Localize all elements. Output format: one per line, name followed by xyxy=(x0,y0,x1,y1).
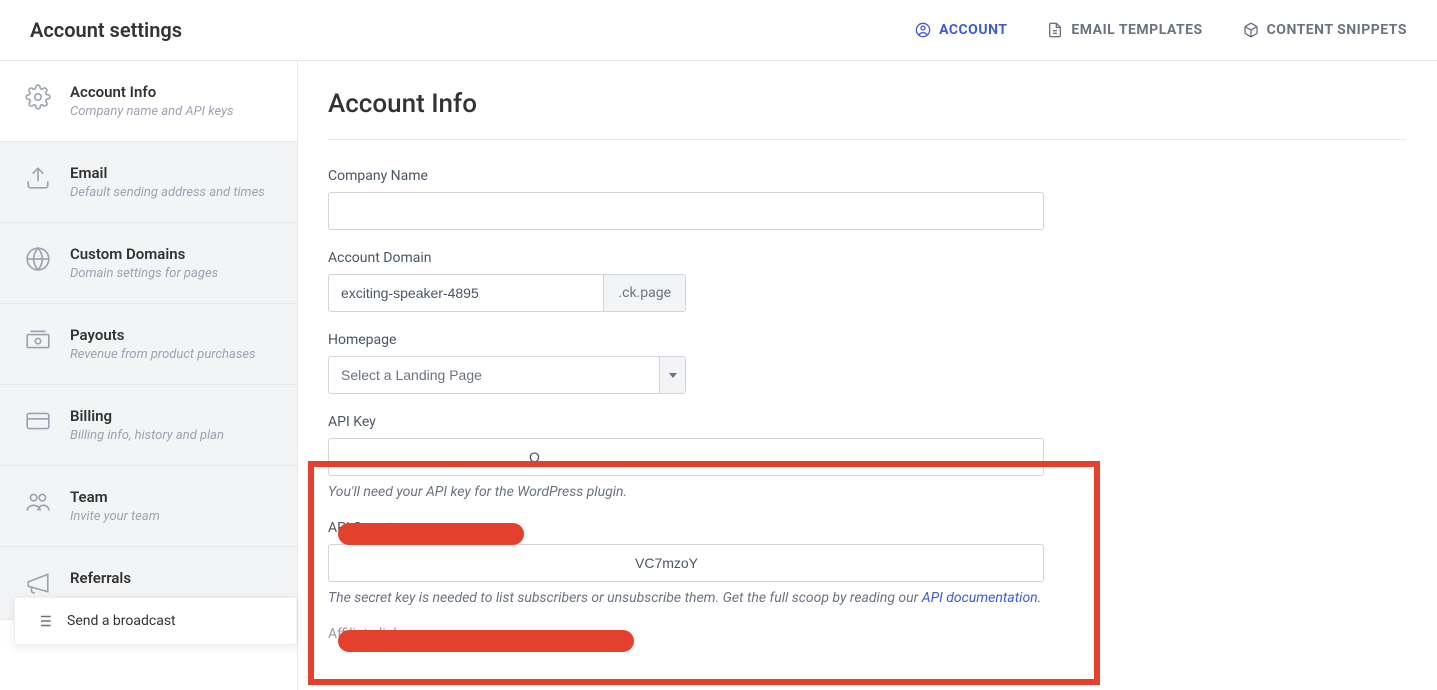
sidebar-item-title: Billing xyxy=(70,407,273,425)
broadcast-label: Send a broadcast xyxy=(67,613,176,629)
sidebar-item-title: Custom Domains xyxy=(70,245,273,263)
sidebar-item-account-info[interactable]: Account Info Company name and API keys xyxy=(0,61,297,142)
api-key-input[interactable] xyxy=(328,438,1044,476)
sidebar-item-payouts[interactable]: Payouts Revenue from product purchases xyxy=(0,304,297,385)
sidebar-item-sub: Company name and API keys xyxy=(70,104,273,119)
account-domain-field: Account Domain .ck.page xyxy=(328,250,1407,312)
sidebar: Account Info Company name and API keys E… xyxy=(0,61,298,690)
domain-suffix: .ck.page xyxy=(603,274,686,312)
account-domain-input[interactable] xyxy=(328,274,603,312)
nav-content-snippets[interactable]: CONTENT SNIPPETS xyxy=(1243,22,1407,38)
nav-label: EMAIL TEMPLATES xyxy=(1071,22,1202,38)
nav-label: CONTENT SNIPPETS xyxy=(1267,22,1407,38)
topbar-nav: ACCOUNT EMAIL TEMPLATES CONTENT SNIPPETS xyxy=(915,22,1407,38)
page-title: Account settings xyxy=(30,18,182,42)
credit-card-icon xyxy=(24,407,52,435)
company-name-field: Company Name xyxy=(328,168,1407,230)
upload-icon xyxy=(24,164,52,192)
homepage-select[interactable]: Select a Landing Page xyxy=(328,356,686,394)
company-name-input[interactable] xyxy=(328,192,1044,230)
sidebar-item-billing[interactable]: Billing Billing info, history and plan xyxy=(0,385,297,466)
nav-email-templates[interactable]: EMAIL TEMPLATES xyxy=(1047,22,1202,38)
company-name-label: Company Name xyxy=(328,168,1407,184)
megaphone-icon xyxy=(24,569,52,597)
sidebar-item-sub: Billing info, history and plan xyxy=(70,428,273,443)
sidebar-item-title: Payouts xyxy=(70,326,273,344)
homepage-label: Homepage xyxy=(328,332,1407,348)
sidebar-item-title: Referrals xyxy=(70,569,273,587)
affiliate-field: Affiliate link xyxy=(328,626,1407,642)
sidebar-item-sub: Revenue from product purchases xyxy=(70,347,273,362)
globe-icon xyxy=(24,245,52,273)
sidebar-item-sub: Default sending address and times xyxy=(70,185,273,200)
main-layout: Account Info Company name and API keys E… xyxy=(0,61,1437,690)
api-secret-field: API Secret The secret key is needed to l… xyxy=(328,520,1407,606)
list-icon xyxy=(35,612,53,630)
content-heading: Account Info xyxy=(328,89,1406,140)
send-broadcast-button[interactable]: Send a broadcast xyxy=(14,597,297,645)
content-area: Account Info Company Name Account Domain… xyxy=(298,61,1437,690)
api-key-field: API Key You'll need your API key for the… xyxy=(328,414,1407,500)
sidebar-item-title: Email xyxy=(70,164,273,182)
cash-icon xyxy=(24,326,52,354)
affiliate-label: Affiliate link xyxy=(328,626,1407,642)
nav-label: ACCOUNT xyxy=(939,22,1007,38)
sidebar-item-sub: Invite your team xyxy=(70,509,273,524)
document-icon xyxy=(1047,22,1063,38)
api-key-help: You'll need your API key for the WordPre… xyxy=(328,484,1407,500)
sidebar-item-team[interactable]: Team Invite your team xyxy=(0,466,297,547)
gear-icon xyxy=(24,83,52,111)
api-key-label: API Key xyxy=(328,414,1407,430)
package-icon xyxy=(1243,22,1259,38)
sidebar-item-title: Team xyxy=(70,488,273,506)
sidebar-item-email[interactable]: Email Default sending address and times xyxy=(0,142,297,223)
api-secret-help: The secret key is needed to list subscri… xyxy=(328,590,1407,606)
api-secret-label: API Secret xyxy=(328,520,1407,536)
user-circle-icon xyxy=(915,22,931,38)
sidebar-item-title: Account Info xyxy=(70,83,273,101)
api-secret-input[interactable] xyxy=(328,544,1044,582)
sidebar-item-custom-domains[interactable]: Custom Domains Domain settings for pages xyxy=(0,223,297,304)
api-docs-link[interactable]: API documentation. xyxy=(922,590,1042,606)
homepage-field: Homepage Select a Landing Page xyxy=(328,332,1407,394)
nav-account[interactable]: ACCOUNT xyxy=(915,22,1007,38)
team-icon xyxy=(24,488,52,516)
account-domain-label: Account Domain xyxy=(328,250,1407,266)
sidebar-item-sub: Domain settings for pages xyxy=(70,266,273,281)
topbar: Account settings ACCOUNT EMAIL TEMPLATES… xyxy=(0,0,1437,61)
